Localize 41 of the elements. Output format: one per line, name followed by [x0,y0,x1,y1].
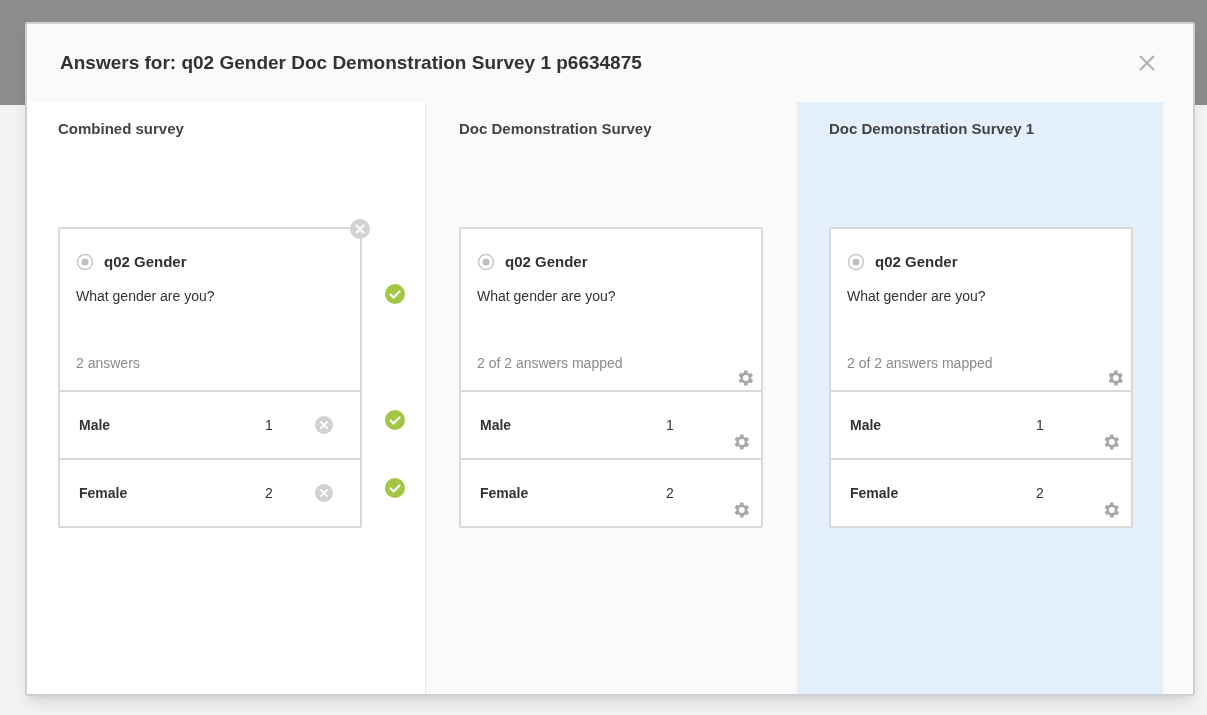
question-name: q02 Gender [104,252,187,272]
remove-icon[interactable] [315,484,333,502]
column-title: Doc Demonstration Survey [459,119,653,138]
question-text: What gender are you? [847,286,987,306]
column-title: Doc Demonstration Survey 1 [829,119,1036,138]
radio-icon [847,253,865,272]
answer-row[interactable]: Female 2 [60,458,360,526]
answer-code: 2 [666,483,675,503]
column-title: Combined survey [58,119,185,138]
question-name: q02 Gender [505,252,588,272]
radio-icon [76,253,94,272]
question-name: q02 Gender [875,252,958,272]
answer-summary: 2 of 2 answers mapped [477,354,623,373]
close-icon[interactable] [1138,54,1156,72]
answer-row[interactable]: Male 1 [60,390,360,458]
question-text: What gender are you? [76,286,216,306]
answer-code: 2 [265,483,274,503]
answer-label: Female [850,483,900,503]
remove-icon[interactable] [315,416,333,434]
answer-label: Female [480,483,530,503]
answer-row[interactable]: Female 2 [461,458,761,526]
question-text: What gender are you? [477,286,617,306]
answer-row[interactable]: Male 1 [461,390,761,458]
answer-code: 1 [265,415,274,435]
answer-label: Male [79,415,112,435]
answer-summary: 2 of 2 answers mapped [847,354,993,373]
answer-code: 1 [1036,415,1045,435]
remove-icon[interactable] [350,219,370,239]
answer-code: 2 [1036,483,1045,503]
answer-label: Male [480,415,513,435]
answer-label: Male [850,415,883,435]
answer-row[interactable]: Male 1 [831,390,1131,458]
answer-summary: 2 answers [76,354,140,373]
survey-column[interactable]: Doc Demonstration Survey q02 Gender What gender are you? 2 of 2 answers mapped Male 1 Female 2 [425,102,797,694]
survey-column[interactable]: Combined survey q02 Gender What gender are you? 2 answers Male 1 Female 2 [27,102,425,694]
dialog-title: Answers for: q02 Gender Doc Demonstration Survey 1 p6634875 [60,50,642,75]
survey-column[interactable]: Doc Demonstration Survey 1 q02 Gender What gender are you? 2 of 2 answers mapped Male 1 Female 2 [797,102,1163,694]
answer-label: Female [79,483,129,503]
answer-row[interactable]: Female 2 [831,458,1131,526]
radio-icon [477,253,495,272]
answer-code: 1 [666,415,675,435]
